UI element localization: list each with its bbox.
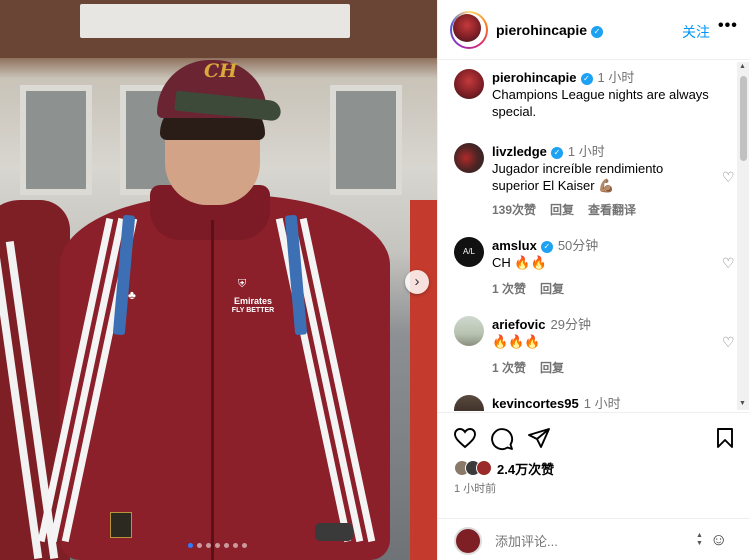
add-comment-bar: ▲▼ ☺ — [438, 518, 750, 560]
comment-avatar[interactable]: A/L — [454, 237, 484, 267]
slide-dot — [233, 543, 238, 548]
slide-dot — [215, 543, 220, 548]
comment-time: 1 小时 — [567, 144, 605, 159]
caption-time: 1 小时 — [597, 70, 635, 85]
comment-username[interactable]: ariefovic — [492, 317, 545, 332]
input-spinner-icon: ▲ ▼ — [696, 532, 703, 547]
verified-badge-icon: ✓ — [591, 26, 604, 38]
share-send-icon[interactable] — [527, 427, 551, 449]
jacket-zip — [211, 220, 214, 560]
comment-username[interactable]: amslux — [492, 238, 537, 253]
slide-dot — [224, 543, 229, 548]
liker-avatar — [476, 460, 492, 476]
slide-dot — [197, 543, 202, 548]
caption: pierohincapie ✓ 1 小时 Champions League nigh… — [454, 69, 739, 129]
comment-meta: 139次赞 回复 查看翻译 — [492, 201, 650, 218]
add-comment-input[interactable] — [495, 531, 685, 551]
comment-meta: 1 次赞 回复 — [492, 359, 578, 376]
header-avatar[interactable] — [450, 11, 488, 49]
comment-bubble-icon[interactable] — [490, 427, 514, 451]
current-user-avatar — [454, 527, 482, 555]
header-username-row[interactable]: pierohincapie ✓ — [496, 22, 604, 38]
post-timestamp[interactable]: 1 小时前 — [454, 480, 496, 496]
window — [20, 85, 92, 195]
save-bookmark-icon[interactable] — [715, 427, 735, 449]
comment-likes[interactable]: 1 次赞 — [492, 361, 526, 375]
window — [330, 85, 402, 195]
header-username[interactable]: pierohincapie — [496, 22, 587, 38]
comment-avatar[interactable] — [454, 316, 484, 346]
next-slide-button[interactable]: › — [405, 270, 429, 294]
sponsor-name: Emirates — [233, 296, 273, 306]
comment-text: CH 🔥🔥 — [492, 255, 547, 270]
emoji-picker-icon[interactable]: ☺ — [710, 530, 727, 550]
comment-item: A/L amslux ✓ 50分钟 CH 🔥🔥 ♡ 1 次赞 回复 — [454, 237, 739, 302]
comment-meta: 1 次赞 回复 — [492, 280, 578, 297]
comment-time: 50分钟 — [557, 238, 599, 253]
comment-item: ariefovic 29分钟 🔥🔥🔥 ♡ 1 次赞 回复 — [454, 316, 739, 381]
reply-button[interactable]: 回复 — [540, 282, 564, 296]
wrist-watch — [315, 523, 353, 541]
slide-dot — [206, 543, 211, 548]
reply-button[interactable]: 回复 — [550, 203, 574, 217]
follow-button[interactable]: 关注 — [682, 22, 710, 42]
cap-logo: CH — [204, 60, 238, 82]
jacket-patch — [110, 512, 132, 538]
likes-count[interactable]: 2.4万次赞 — [497, 459, 554, 478]
like-comment-heart-icon[interactable]: ♡ — [722, 255, 735, 272]
post-header: pierohincapie ✓ 关注 ••• — [438, 0, 750, 60]
comment-avatar[interactable] — [454, 143, 484, 173]
post-actions: 2.4万次赞 1 小时前 ▲▼ ☺ — [438, 412, 750, 560]
comment-text: Jugador increíble rendimiento superior E… — [492, 161, 664, 193]
post-side-panel: pierohincapie ✓ 关注 ••• pierohincapie ✓ 1 小时… — [437, 0, 750, 560]
sponsor-tagline: FLY BETTER — [231, 307, 275, 314]
comment-time: 1 小时 — [583, 396, 621, 411]
reply-button[interactable]: 回复 — [540, 361, 564, 375]
comment-username[interactable]: livzledge — [492, 144, 547, 159]
avatar — [453, 14, 481, 42]
scrollbar-thumb[interactable] — [740, 76, 747, 161]
caption-text: Champions League nights are always speci… — [492, 87, 709, 119]
comment-likes[interactable]: 139次赞 — [492, 203, 536, 217]
comment-avatar[interactable] — [454, 395, 484, 411]
see-translation-button[interactable]: 查看翻译 — [588, 203, 636, 217]
comment-likes[interactable]: 1 次赞 — [492, 282, 526, 296]
club-crest-icon: ⛨ — [238, 278, 247, 290]
slide-indicator — [188, 543, 247, 548]
slide-dot — [188, 543, 193, 548]
comment-text: 🔥🔥🔥 — [492, 334, 541, 349]
slide-dot — [242, 543, 247, 548]
like-heart-icon[interactable] — [453, 427, 477, 449]
red-post — [410, 200, 437, 560]
more-options-icon[interactable]: ••• — [718, 17, 738, 35]
scroll-up-icon[interactable]: ▲ — [739, 63, 746, 70]
post-photo[interactable]: CH ♣ ⛨ Emirates FLY BETTER › — [0, 0, 437, 560]
adidas-logo-icon: ♣ — [128, 288, 136, 302]
caption-username[interactable]: pierohincapie — [492, 70, 577, 85]
likes-row[interactable]: 2.4万次赞 — [454, 458, 554, 478]
like-comment-heart-icon[interactable]: ♡ — [722, 169, 735, 186]
sponsor-logo: Emirates FLY BETTER — [228, 296, 278, 316]
verified-badge-icon: ✓ — [580, 73, 593, 85]
comment-username[interactable]: kevincortes95 — [492, 396, 579, 411]
comment-item: livzledge ✓ 1 小时 Jugador increíble rendimi… — [454, 143, 739, 223]
verified-badge-icon: ✓ — [540, 241, 553, 253]
verified-badge-icon: ✓ — [550, 147, 563, 159]
building-sign — [80, 4, 350, 38]
like-comment-heart-icon[interactable]: ♡ — [722, 334, 735, 351]
scroll-down-icon[interactable]: ▼ — [739, 400, 746, 407]
comment-item: kevincortes95 1 小时 — [454, 395, 739, 411]
comment-time: 29分钟 — [550, 317, 591, 332]
caption-avatar[interactable] — [454, 69, 484, 99]
comments-list[interactable]: pierohincapie ✓ 1 小时 Champions League nigh… — [438, 61, 750, 411]
